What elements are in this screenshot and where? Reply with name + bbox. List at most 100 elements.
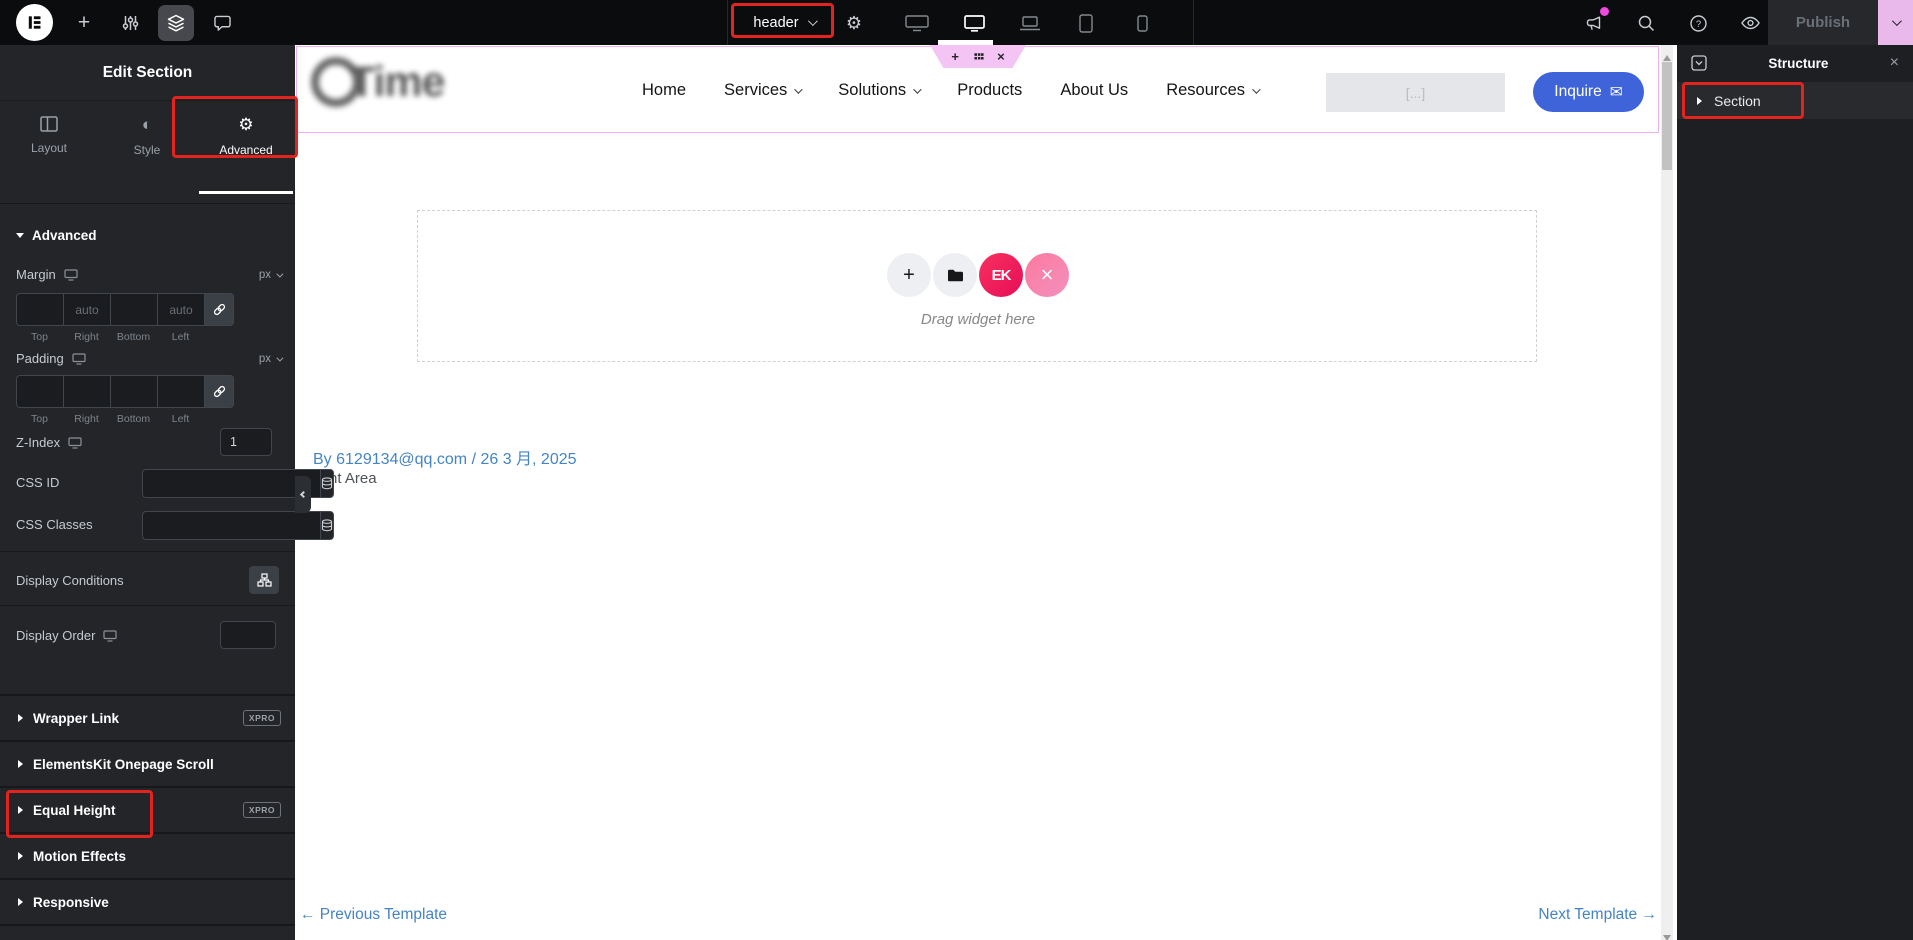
previous-template-link[interactable]: ← Previous Template: [300, 906, 447, 924]
search-icon: [1638, 15, 1654, 31]
margin-left-input[interactable]: [157, 293, 204, 326]
elementor-menu-button[interactable]: [16, 4, 53, 41]
caret-right-icon: [18, 714, 23, 722]
section-responsive[interactable]: Responsive: [0, 878, 295, 924]
nav-item-about-us[interactable]: About Us: [1060, 81, 1128, 100]
add-widget-button[interactable]: +: [887, 253, 931, 297]
divider: [0, 203, 295, 204]
gear-icon: ⚙: [238, 115, 254, 134]
z-index-input[interactable]: [220, 428, 272, 456]
site-settings-button[interactable]: [112, 5, 148, 41]
dynamic-tags-button[interactable]: [320, 469, 334, 498]
publish-button[interactable]: Publish: [1768, 0, 1878, 45]
caret-down-icon: [16, 233, 24, 238]
monitor-icon: [72, 352, 86, 365]
preview-button[interactable]: [1732, 5, 1768, 41]
nav-item-solutions[interactable]: Solutions: [838, 81, 922, 100]
collapse-all-icon: [1691, 55, 1707, 71]
margin-unit-select[interactable]: px: [258, 269, 284, 281]
chevron-down-icon: [276, 354, 284, 362]
css-id-field: [142, 469, 334, 498]
device-desktop-button[interactable]: [954, 5, 994, 41]
canvas-scrollbar-thumb[interactable]: [1662, 62, 1672, 170]
structure-item-label: Section: [1714, 92, 1761, 109]
structure-toggle-button[interactable]: [158, 5, 194, 41]
header-search-placeholder[interactable]: [...]: [1326, 73, 1505, 112]
post-byline-link[interactable]: By 6129134@qq.com / 26 3 月, 2025: [313, 445, 577, 469]
margin-top-input[interactable]: [16, 293, 63, 326]
laptop-icon: [1020, 15, 1040, 30]
section-handle[interactable]: + ⠿ ×: [930, 45, 1026, 68]
next-template-link[interactable]: Next Template →: [1538, 906, 1657, 924]
document-settings-button[interactable]: ⚙: [836, 5, 872, 41]
padding-link-values-button[interactable]: [204, 375, 234, 408]
finder-search-button[interactable]: [1628, 5, 1664, 41]
drag-section-icon[interactable]: ⠿: [971, 51, 986, 61]
caret-right-icon: [18, 852, 23, 860]
margin-link-values-button[interactable]: [204, 293, 234, 326]
css-classes-field: [142, 511, 334, 540]
section-motion-effects[interactable]: Motion Effects: [0, 832, 295, 878]
padding-right-input[interactable]: [63, 375, 110, 408]
device-mobile-button[interactable]: [1122, 5, 1162, 41]
margin-right-input[interactable]: [63, 293, 110, 326]
xpro-addon-button[interactable]: ×: [1025, 253, 1069, 297]
section-wrapper-link[interactable]: Wrapper Link XPRO: [0, 694, 295, 740]
document-switcher[interactable]: header: [742, 8, 826, 37]
add-element-button[interactable]: +: [66, 5, 102, 41]
margin-label: Margin: [16, 267, 56, 282]
xpro-badge: XPRO: [242, 710, 281, 726]
panel-title: Edit Section: [0, 45, 295, 101]
section-elementskit-onepage-scroll[interactable]: ElementsKit Onepage Scroll: [0, 740, 295, 786]
unit-label: px: [258, 269, 271, 281]
nav-item-resources[interactable]: Resources: [1166, 81, 1261, 100]
add-section-icon[interactable]: +: [951, 50, 959, 63]
help-button[interactable]: ?: [1680, 5, 1716, 41]
canvas-scrollbar[interactable]: [1661, 45, 1673, 940]
advanced-section-heading[interactable]: Advanced: [16, 228, 97, 243]
padding-left-input[interactable]: [157, 375, 204, 408]
delete-section-icon[interactable]: ×: [997, 50, 1005, 63]
tab-style[interactable]: ◐ Style: [98, 102, 196, 202]
section-attributes[interactable]: Attributes: [0, 924, 295, 940]
device-laptop-button[interactable]: [1010, 5, 1050, 41]
notes-button[interactable]: [204, 5, 240, 41]
padding-top-input[interactable]: [16, 375, 63, 408]
panel-collapse-handle[interactable]: [295, 476, 311, 513]
section-equal-height[interactable]: Equal Height XPRO: [0, 786, 295, 832]
drag-widget-hint: Drag widget here: [920, 311, 1036, 328]
sliders-icon: [122, 16, 138, 30]
nav-item-services[interactable]: Services: [724, 81, 803, 100]
css-classes-input[interactable]: [142, 511, 320, 540]
margin-bottom-input[interactable]: [110, 293, 157, 326]
display-order-input[interactable]: [220, 621, 276, 649]
drag-widget-area[interactable]: + EK × Drag widget here: [417, 210, 1537, 362]
device-widescreen-button[interactable]: [897, 5, 937, 41]
mobile-icon: [1136, 14, 1148, 32]
nav-item-products[interactable]: Products: [957, 81, 1022, 100]
tab-advanced[interactable]: ⚙ Advanced: [197, 102, 295, 202]
close-icon[interactable]: ×: [1890, 54, 1899, 72]
padding-unit-select[interactable]: px: [259, 353, 284, 365]
padding-bottom-input[interactable]: [110, 375, 157, 408]
css-id-input[interactable]: [142, 469, 320, 498]
caret-right-icon: [18, 898, 23, 906]
device-tablet-button[interactable]: [1066, 5, 1106, 41]
caret-right-icon: [18, 760, 23, 768]
z-index-label-row: Z-Index: [16, 435, 82, 450]
database-icon: [321, 477, 333, 490]
collapse-all-button[interactable]: [1691, 55, 1707, 71]
scroll-down-arrow[interactable]: [1663, 928, 1671, 940]
elementskit-button[interactable]: EK: [979, 253, 1023, 297]
xpro-badge: XPRO: [242, 802, 281, 818]
publish-options-button[interactable]: [1878, 0, 1913, 45]
template-library-button[interactable]: [933, 253, 977, 297]
inquire-button[interactable]: Inquire ✉: [1533, 72, 1644, 112]
nav-item-home[interactable]: Home: [642, 81, 686, 100]
display-conditions-button[interactable]: [249, 566, 279, 594]
tab-layout[interactable]: Layout: [0, 102, 98, 202]
layers-icon: [167, 14, 185, 32]
structure-item-section[interactable]: Section: [1677, 82, 1913, 119]
chevron-down-icon: [1252, 84, 1261, 94]
dynamic-tags-button[interactable]: [320, 511, 334, 540]
